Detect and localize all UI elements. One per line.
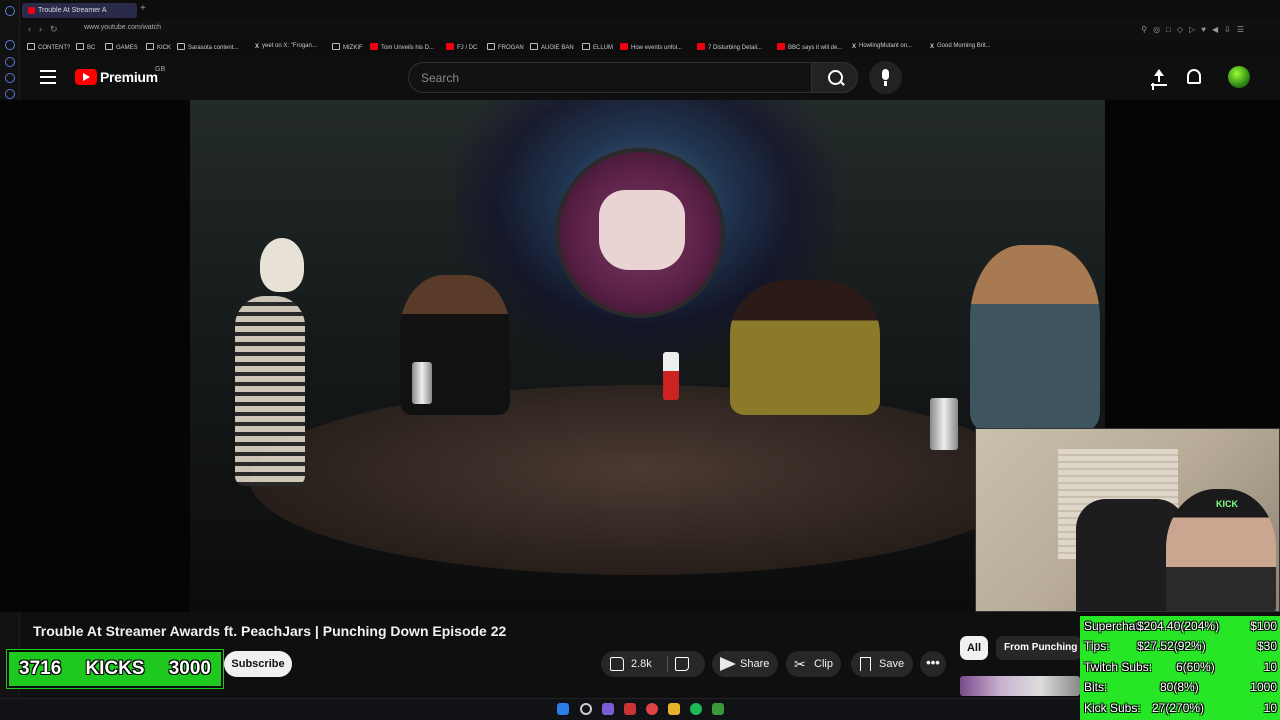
bookmark-icon <box>860 657 871 671</box>
bookmark-item[interactable]: MIZKIF <box>332 43 363 51</box>
stat-tips: Tips: $27.52(92%) $30 <box>1084 639 1277 653</box>
sidebar-app-icon[interactable] <box>5 40 15 50</box>
notifications-bell-icon[interactable] <box>1187 69 1201 84</box>
subscribe-button[interactable]: Subscribe <box>224 651 292 677</box>
bookmark-item[interactable]: HowlingMutant on... <box>852 43 912 50</box>
search-input[interactable]: Search <box>408 62 811 93</box>
cap-logo-text: KICK <box>1216 499 1238 509</box>
youtube-favicon-icon <box>28 7 35 14</box>
bookmark-item[interactable]: yeet on X: "Frogan... <box>255 43 317 50</box>
extension-icons[interactable]: ⚲◎□◇▷♥◀⇩☰ <box>1141 25 1250 34</box>
bookmark-item[interactable]: How events unfol... <box>620 43 682 51</box>
upload-icon[interactable] <box>1151 69 1167 86</box>
new-tab-icon[interactable]: + <box>140 3 146 14</box>
nav-buttons[interactable]: ‹›↻ <box>28 24 66 35</box>
like-count[interactable]: 2.8k <box>631 651 652 677</box>
kicks-current: 3716 <box>19 658 62 679</box>
thumbs-down-icon[interactable] <box>675 657 689 671</box>
save-button[interactable]: Save <box>851 651 913 677</box>
avatar[interactable] <box>1228 66 1250 88</box>
bookmark-item[interactable]: CONTENT? <box>27 43 70 51</box>
scissors-icon: ✂ <box>794 656 806 672</box>
bookmark-item[interactable]: BBC says it will de... <box>777 43 842 51</box>
chip-from-channel[interactable]: From Punching <box>996 636 1082 660</box>
bookmark-item[interactable]: AUGIE BAN <box>530 43 574 51</box>
search-icon[interactable] <box>811 62 858 93</box>
taskbar-search-icon[interactable] <box>580 703 592 715</box>
taskbar-opera-icon[interactable] <box>624 703 636 715</box>
clip-label: Clip <box>814 658 833 670</box>
cohost-person <box>970 245 1100 430</box>
taskbar-app-icon[interactable] <box>712 703 724 715</box>
donation-goals-overlay: Superchats: $204.40(204%) $100 Tips: $27… <box>1080 616 1280 720</box>
microphone-icon[interactable] <box>869 61 902 94</box>
bookmark-item[interactable]: BC <box>76 43 95 51</box>
tab-youtube-video[interactable]: Trouble At Streamer A <box>22 3 137 18</box>
youtube-logo-icon[interactable] <box>75 69 97 85</box>
drink-cup <box>663 352 679 400</box>
bookmark-item[interactable]: GAMES <box>105 43 138 51</box>
kicks-goal-widget: 3716 KICKS 3000 <box>6 649 224 689</box>
sidebar-app-icon[interactable] <box>5 89 15 99</box>
bookmark-item[interactable]: ELLUM <box>582 43 613 51</box>
divider <box>667 656 668 672</box>
bookmark-item[interactable]: FROGAN <box>487 43 524 51</box>
share-icon <box>720 657 736 671</box>
address-bar <box>20 20 1280 40</box>
os-taskbar <box>0 698 1080 720</box>
stat-superchats: Superchats: $204.40(204%) $100 <box>1084 619 1277 633</box>
bookmark-item[interactable]: 7 Disturbing Detail... <box>697 43 762 51</box>
taskbar-app-icon[interactable] <box>602 703 614 715</box>
recommended-thumbnail[interactable] <box>960 676 1080 696</box>
browser-menu-icon[interactable] <box>5 6 15 16</box>
tab-title: Trouble At Streamer A <box>38 7 107 14</box>
video-frame[interactable] <box>190 100 1105 612</box>
more-actions-button[interactable]: ••• <box>920 651 946 677</box>
clip-button[interactable]: ✂ Clip <box>786 651 841 677</box>
bookmark-item[interactable]: KICK <box>146 43 171 51</box>
hamburger-menu-icon[interactable] <box>40 70 56 84</box>
save-label: Save <box>879 658 905 670</box>
like-dislike-group: 2.8k <box>601 651 705 677</box>
streamer-webcam: KICK <box>975 428 1280 612</box>
taskbar-spotify-icon[interactable] <box>690 703 702 715</box>
bookmark-item[interactable]: Tom Unveils his D... <box>370 43 434 51</box>
round-table <box>250 385 1030 575</box>
bookmark-item[interactable]: Sarasota content... <box>177 43 238 51</box>
kicks-goal: 3000 <box>168 658 211 679</box>
tab-bar <box>20 0 1280 20</box>
podcast-fist-logo <box>555 148 725 318</box>
share-label: Share <box>740 658 770 670</box>
taskbar-browser-icon[interactable] <box>646 703 658 715</box>
thumbs-up-icon[interactable] <box>610 657 624 671</box>
logo-text[interactable]: Premium <box>100 69 158 85</box>
video-title: Trouble At Streamer Awards ft. PeachJars… <box>33 623 507 639</box>
chip-all[interactable]: All <box>960 636 988 660</box>
drink-can <box>930 398 958 450</box>
guest-person <box>730 280 880 415</box>
kicks-label: KICKS <box>85 658 145 679</box>
stat-bits: Bits: 80(8%) 1000 <box>1084 680 1277 694</box>
sidebar-app-icon[interactable] <box>5 73 15 83</box>
stat-twitch-subs: Twitch Subs: 6(60%) 10 <box>1084 660 1277 674</box>
sidebar-app-icon[interactable] <box>5 57 15 67</box>
stat-kick-subs: Kick Subs: 27(270%) 10 <box>1084 701 1277 715</box>
logo-region: GB <box>155 66 166 73</box>
taskbar-folder-icon[interactable] <box>668 703 680 715</box>
skeleton-prop <box>210 238 320 498</box>
windows-start-icon[interactable] <box>557 703 569 715</box>
share-button[interactable]: Share <box>712 651 778 677</box>
bookmark-item[interactable]: Good Morning Brit... <box>930 43 991 50</box>
url-field[interactable]: www.youtube.com/watch <box>84 24 161 31</box>
bookmark-item[interactable]: FJ / DC <box>446 43 477 51</box>
drink-can <box>412 362 432 404</box>
